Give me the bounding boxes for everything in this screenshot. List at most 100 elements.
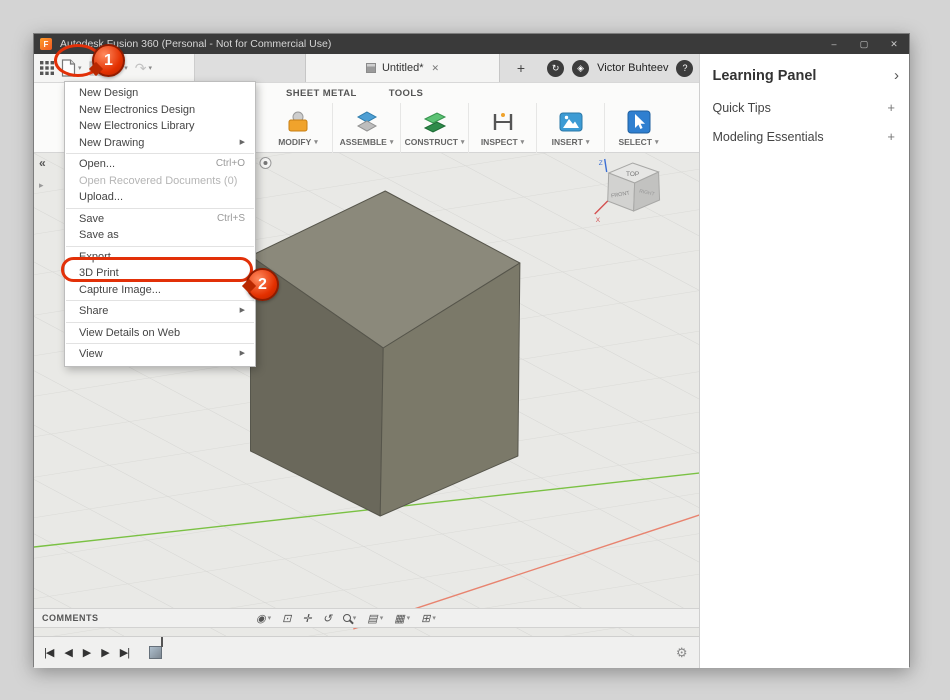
learning-section-modeling-essentials[interactable]: Modeling Essentials +: [700, 122, 909, 151]
group-label: ASSEMBLE: [340, 137, 387, 147]
redo-caret-icon[interactable]: ▾: [149, 64, 153, 72]
submenu-arrow-icon: ▶: [240, 137, 245, 150]
browser-expand-icon[interactable]: ▸: [39, 180, 44, 191]
learning-panel-collapse-icon[interactable]: ›: [894, 67, 899, 84]
tab-close-icon[interactable]: ✕: [432, 63, 440, 74]
origin-toggle-icon[interactable]: [260, 158, 271, 169]
desktop-background: F Autodesk Fusion 360 (Personal - Not fo…: [0, 0, 950, 700]
tab-tools[interactable]: TOOLS: [389, 88, 424, 99]
menu-item-save-as[interactable]: Save as: [65, 227, 255, 244]
timeline-step-forward-button[interactable]: ▶: [101, 646, 108, 659]
menu-separator: [66, 343, 254, 344]
new-tab-button[interactable]: +: [512, 60, 530, 76]
browser-collapse-button[interactable]: «: [39, 156, 46, 170]
user-name[interactable]: Victor Buhteev: [597, 62, 668, 74]
fit-icon[interactable]: ⊡: [282, 612, 291, 625]
ribbon-group-inspect[interactable]: INSPECT▾: [468, 103, 536, 153]
chevron-down-icon[interactable]: ▾: [407, 614, 411, 622]
menu-item-new-design[interactable]: New Design: [65, 85, 255, 102]
plus-icon[interactable]: +: [887, 129, 895, 144]
app-grid-icon[interactable]: [40, 61, 54, 75]
redo-button[interactable]: ↷ ▾: [135, 61, 152, 75]
display-settings-icon[interactable]: ▤▾: [367, 612, 383, 625]
inspect-icon: [490, 109, 516, 135]
step-number: 1: [104, 52, 113, 70]
menu-item-new-drawing[interactable]: New Drawing▶: [65, 135, 255, 152]
ribbon-group-modify[interactable]: MODIFY▾: [264, 103, 332, 153]
free-orbit-icon[interactable]: ↺: [323, 612, 332, 625]
minimize-button[interactable]: –: [819, 34, 849, 54]
extensions-icon[interactable]: ◈: [572, 60, 589, 77]
fit-glyph: ⊡: [282, 612, 291, 625]
annotation-step-2-badge: 2: [246, 268, 279, 301]
ribbon-group-insert[interactable]: INSERT▾: [536, 103, 604, 153]
timeline-step-back-button[interactable]: ◀: [64, 646, 71, 659]
menu-separator: [66, 208, 254, 209]
document-tab-strip: Untitled* ✕ + ↻ ◈ Victor Buhteev ?: [194, 54, 699, 82]
magnifier-icon: [343, 614, 351, 622]
fusion-window: F Autodesk Fusion 360 (Personal - Not fo…: [33, 33, 910, 667]
submenu-arrow-icon: ▶: [240, 305, 245, 318]
orbit-icon[interactable]: ◉▾: [256, 612, 271, 625]
menu-item-capture-image[interactable]: Capture Image...: [65, 282, 255, 299]
document-cube-icon: [366, 63, 376, 73]
viewports-icon[interactable]: ⊞▾: [421, 612, 436, 625]
account-cluster: ↻ ◈ Victor Buhteev ?: [547, 54, 693, 82]
menu-item-new-electronics-design[interactable]: New Electronics Design: [65, 102, 255, 119]
menu-item-upload[interactable]: Upload...: [65, 189, 255, 206]
menu-separator: [66, 246, 254, 247]
section-label: Modeling Essentials: [712, 130, 823, 144]
menu-item-new-electronics-library[interactable]: New Electronics Library: [65, 118, 255, 135]
submenu-arrow-icon: ▶: [240, 348, 245, 361]
annotation-oval-3d-print: [61, 257, 253, 282]
learning-panel: Learning Panel › Quick Tips + Modeling E…: [699, 54, 909, 668]
menu-item-save[interactable]: SaveCtrl+S: [65, 211, 255, 228]
timeline-marker[interactable]: [149, 646, 162, 659]
chevron-down-icon[interactable]: ▾: [268, 614, 272, 622]
fusion-logo-icon: F: [40, 38, 52, 50]
menu-item-open[interactable]: Open...Ctrl+O: [65, 156, 255, 173]
tab-sheet-metal[interactable]: SHEET METAL: [286, 88, 357, 99]
annotation-step-1-badge: 1: [92, 44, 125, 77]
grid-settings-glyph: ▦: [394, 612, 404, 625]
plus-icon[interactable]: +: [887, 100, 895, 115]
viewcube-top-label[interactable]: TOP: [626, 171, 639, 178]
menu-item-open-recovered-documents[interactable]: Open Recovered Documents (0): [65, 173, 255, 190]
menu-item-view[interactable]: View▶: [65, 346, 255, 363]
chevron-down-icon: ▾: [655, 138, 659, 146]
close-button[interactable]: ✕: [879, 34, 909, 54]
undo-caret-icon[interactable]: ▾: [124, 64, 128, 72]
chevron-down-icon[interactable]: ▾: [432, 614, 436, 622]
menu-separator: [66, 153, 254, 154]
redo-icon: ↷: [135, 61, 147, 75]
insert-icon: [558, 109, 584, 135]
grid-settings-icon[interactable]: ▦▾: [394, 612, 410, 625]
ribbon-group-select[interactable]: SELECT▾: [604, 103, 672, 153]
menu-item-view-details-on-web[interactable]: View Details on Web: [65, 325, 255, 342]
menu-item-share[interactable]: Share▶: [65, 303, 255, 320]
shortcut-label: Ctrl+S: [217, 213, 245, 226]
help-icon[interactable]: ?: [676, 60, 693, 77]
titlebar[interactable]: F Autodesk Fusion 360 (Personal - Not fo…: [34, 34, 909, 54]
ribbon-group-assemble[interactable]: ASSEMBLE▾: [332, 103, 400, 153]
grid-menu-icon: [40, 61, 54, 75]
zoom-icon[interactable]: ▾: [343, 614, 357, 622]
free-orbit-glyph: ↺: [323, 612, 332, 625]
job-status-icon[interactable]: ↻: [547, 60, 564, 77]
timeline-bar: |◀ ◀ ▶ ▶ ▶| ⚙: [34, 636, 699, 668]
document-tab[interactable]: Untitled* ✕: [305, 54, 500, 82]
timeline-play-button[interactable]: ▶: [83, 646, 90, 659]
timeline-go-to-start-button[interactable]: |◀: [44, 646, 53, 659]
comments-label[interactable]: COMMENTS: [42, 613, 99, 623]
timeline-settings-icon[interactable]: ⚙: [676, 645, 688, 661]
chevron-down-icon[interactable]: ▾: [380, 614, 384, 622]
timeline-go-to-end-button[interactable]: ▶|: [120, 646, 129, 659]
chevron-down-icon: ▾: [521, 138, 525, 146]
chevron-down-icon[interactable]: ▾: [353, 614, 357, 622]
pan-icon[interactable]: ✛: [302, 612, 311, 625]
maximize-button[interactable]: ▢: [849, 34, 879, 54]
group-label: INSPECT: [481, 137, 518, 147]
timeline-controls: |◀ ◀ ▶ ▶ ▶|: [44, 646, 129, 659]
learning-section-quick-tips[interactable]: Quick Tips +: [700, 93, 909, 122]
ribbon-group-construct[interactable]: CONSTRUCT▾: [400, 103, 468, 153]
